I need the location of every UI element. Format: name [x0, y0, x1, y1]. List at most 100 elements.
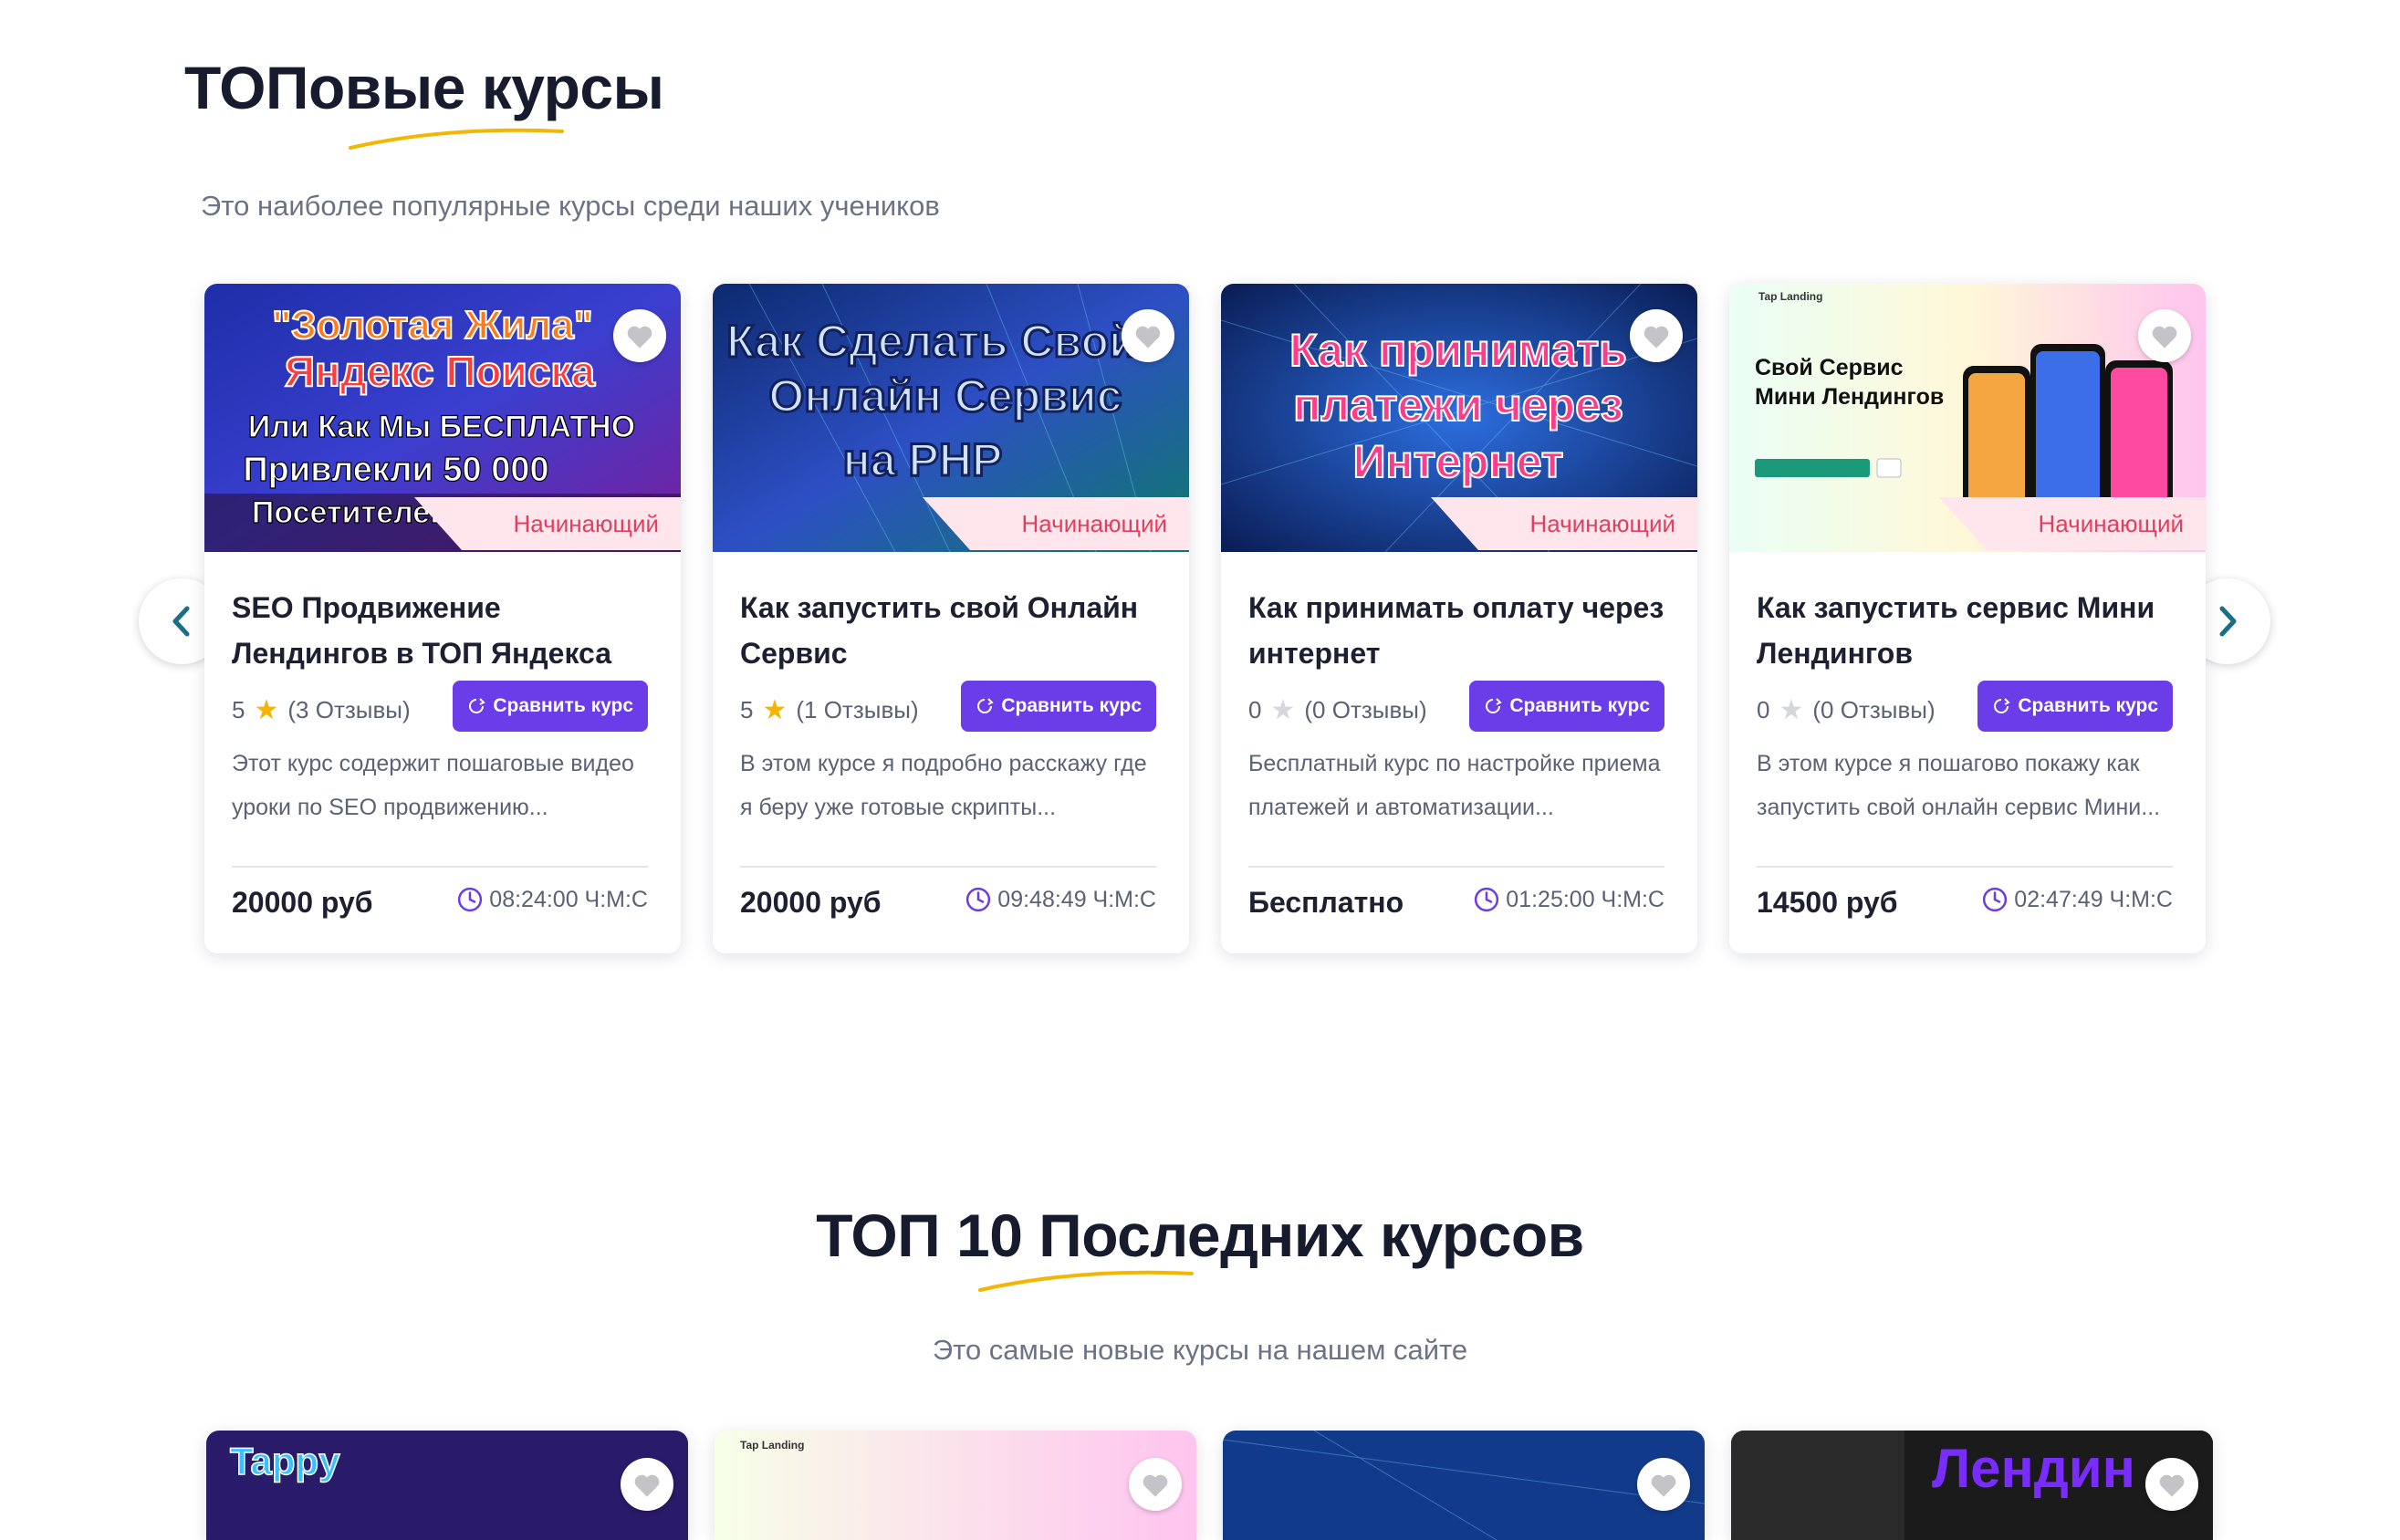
rating-value: 0 — [1757, 696, 1770, 723]
course-price: 20000 руб — [232, 886, 373, 919]
compare-label: Сравнить курс — [493, 695, 633, 716]
compare-label: Сравнить курс — [1509, 695, 1650, 716]
thumb-line: платежи через — [1293, 380, 1623, 431]
chevron-left-icon — [172, 606, 190, 637]
course-thumbnail[interactable]: Tappy — [206, 1431, 688, 1540]
course-rating: 5 ★ (1 Отзывы) — [740, 696, 919, 724]
course-price: 20000 руб — [740, 886, 882, 919]
favorite-button[interactable] — [1637, 1458, 1690, 1511]
section-title-top-courses: ТОПовые курсы — [184, 54, 664, 121]
course-description: Этот курс содержит пошаговые видео уроки… — [232, 751, 634, 820]
heart-icon — [634, 1474, 660, 1497]
compare-label: Сравнить курс — [2018, 695, 2158, 716]
clock-icon — [1983, 887, 2008, 912]
thumb-line: Лендин — [1932, 1438, 2135, 1499]
level-badge: Начинающий — [1939, 497, 2206, 550]
course-title[interactable]: SEO Продвижение Лендингов в ТОП Яндекса — [232, 585, 652, 676]
thumb-line: Мини Лендингов — [1755, 384, 1944, 410]
star-icon: ★ — [1270, 694, 1296, 725]
title-underline — [349, 128, 564, 150]
favorite-button[interactable] — [1129, 1458, 1182, 1511]
favorite-button[interactable] — [621, 1458, 673, 1511]
reviews-count: (3 Отзывы) — [287, 696, 411, 723]
heart-icon — [2159, 1474, 2185, 1497]
thumb-line: Как принимать — [1289, 325, 1627, 376]
compare-course-button[interactable]: Сравнить курс — [1977, 681, 2173, 732]
compare-course-button[interactable]: Сравнить курс — [453, 681, 648, 732]
course-thumbnail[interactable] — [1223, 1431, 1705, 1540]
thumb-line: Или Как Мы БЕСПЛАТНО — [248, 410, 635, 444]
course-title[interactable]: Как принимать оплату через интернет — [1248, 585, 1668, 676]
thumb-brand: Tap Landing — [1758, 290, 1822, 303]
section-title-latest-courses: ТОП 10 Последних курсов — [816, 1202, 1584, 1269]
course-card[interactable]: Лендин — [1731, 1431, 2213, 1540]
compare-label: Сравнить курс — [1001, 695, 1142, 716]
thumb-line: на PHP — [843, 434, 1003, 485]
star-icon: ★ — [254, 694, 279, 725]
heart-icon — [2152, 326, 2177, 349]
favorite-button[interactable] — [2145, 1458, 2198, 1511]
duration-value: 01:25:00 Ч:М:С — [1506, 886, 1664, 912]
star-icon: ★ — [762, 694, 788, 725]
course-duration: 01:25:00 Ч:М:С — [1473, 886, 1664, 913]
divider — [1757, 866, 2173, 868]
clock-icon — [966, 887, 991, 912]
star-icon: ★ — [1779, 694, 1804, 725]
favorite-button[interactable] — [1630, 309, 1683, 362]
course-price: 14500 руб — [1757, 886, 1898, 919]
thumb-line: Интернет — [1353, 436, 1564, 487]
course-rating: 0 ★ (0 Отзывы) — [1757, 696, 1936, 724]
divider — [232, 866, 648, 868]
course-duration: 02:47:49 Ч:М:С — [1981, 886, 2173, 913]
course-title[interactable]: Как запустить сервис Мини Лендингов — [1757, 585, 2176, 676]
favorite-button[interactable] — [613, 309, 666, 362]
divider — [740, 866, 1156, 868]
section-subtitle-latest-courses: Это самые новые курсы на нашем сайте — [932, 1334, 1468, 1366]
course-card[interactable]: Tappy — [206, 1431, 688, 1540]
course-duration: 09:48:49 Ч:М:С — [965, 886, 1156, 913]
clock-icon — [1475, 887, 1499, 912]
course-card[interactable]: Tap Landing Свой Сервис Мини Лендингов Н… — [1729, 284, 2206, 953]
duration-value: 02:47:49 Ч:М:С — [2014, 886, 2173, 912]
course-card[interactable]: Как Сделать Свой Онлайн Сервис на PHP На… — [713, 284, 1189, 953]
course-description: Бесплатный курс по настройке приема плат… — [1248, 751, 1661, 820]
course-card[interactable]: Tap Landing — [715, 1431, 1196, 1540]
heart-icon — [1143, 1474, 1168, 1497]
thumb-line: "Золотая Жила" — [272, 303, 592, 348]
course-card[interactable] — [1223, 1431, 1705, 1540]
compare-icon — [977, 698, 995, 713]
heart-icon — [1135, 326, 1161, 349]
course-thumbnail[interactable]: Tap Landing — [715, 1431, 1196, 1540]
compare-course-button[interactable]: Сравнить курс — [961, 681, 1156, 732]
course-thumbnail[interactable]: Лендин — [1731, 1431, 2213, 1540]
course-rating: 5 ★ (3 Отзывы) — [232, 696, 411, 724]
thumb-brand: Tap Landing — [740, 1439, 804, 1452]
thumb-line: Онлайн Сервис — [768, 370, 1122, 421]
duration-value: 09:48:49 Ч:М:С — [997, 886, 1156, 912]
clock-icon — [458, 887, 483, 912]
thumb-line: Свой Сервис — [1755, 355, 1904, 380]
course-duration: 08:24:00 Ч:М:С — [456, 886, 648, 913]
chevron-right-icon — [2219, 606, 2237, 637]
compare-icon — [1994, 698, 2011, 713]
rating-value: 5 — [232, 696, 245, 723]
course-title[interactable]: Как запустить свой Онлайн Сервис — [740, 585, 1160, 676]
course-card[interactable]: "Золотая Жила" Яндекс Поиска Или Как Мы … — [204, 284, 681, 953]
heart-icon — [627, 326, 652, 349]
section-subtitle-top-courses: Это наиболее популярные курсы среди наши… — [201, 190, 940, 222]
thumb-line: Яндекс Поиска — [285, 348, 595, 395]
heart-icon — [1651, 1474, 1676, 1497]
reviews-count: (1 Отзывы) — [796, 696, 919, 723]
course-price: Бесплатно — [1248, 886, 1404, 919]
rating-value: 5 — [740, 696, 754, 723]
level-badge: Начинающий — [923, 497, 1189, 550]
favorite-button[interactable] — [2138, 309, 2191, 362]
course-description: В этом курсе я пошагово покажу как запус… — [1757, 751, 2161, 820]
rating-value: 0 — [1248, 696, 1262, 723]
duration-value: 08:24:00 Ч:М:С — [489, 886, 648, 912]
divider — [1248, 866, 1664, 868]
favorite-button[interactable] — [1122, 309, 1174, 362]
course-card[interactable]: Как принимать платежи через Интернет Нач… — [1221, 284, 1697, 953]
compare-course-button[interactable]: Сравнить курс — [1469, 681, 1664, 732]
heart-icon — [1643, 326, 1669, 349]
